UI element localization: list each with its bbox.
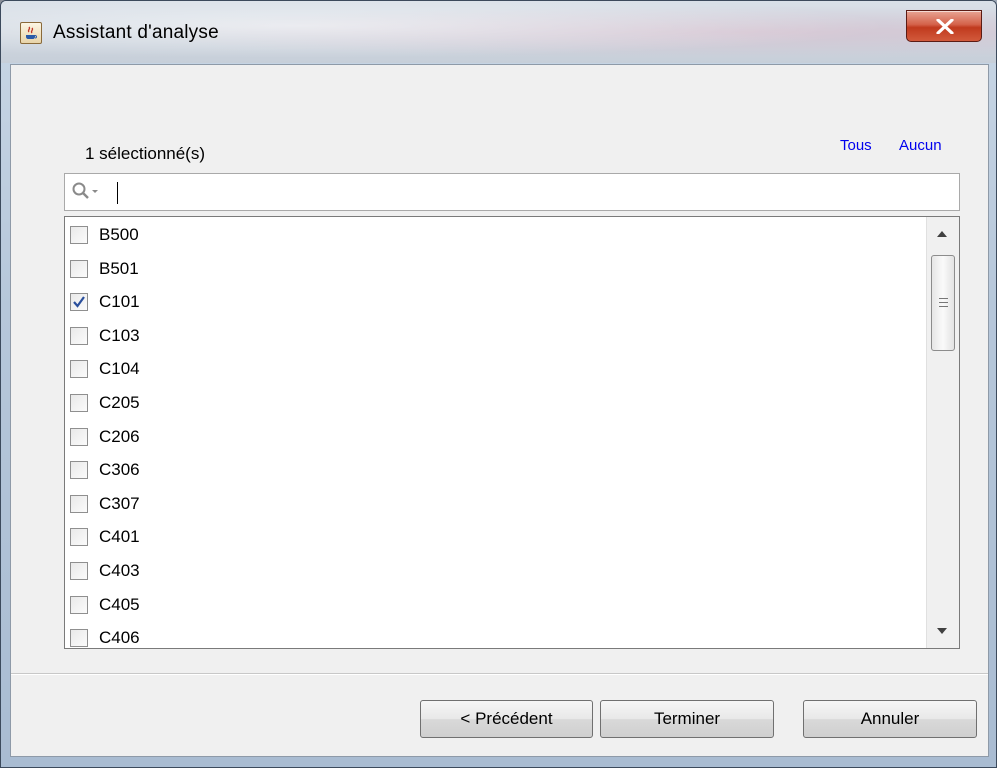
list-item[interactable]: C104	[65, 354, 925, 387]
list-item-label: C307	[99, 493, 140, 513]
list-item-label: C206	[99, 426, 140, 446]
list-item[interactable]: C403	[65, 556, 925, 589]
grip-line	[939, 302, 948, 303]
list-item-label: C405	[99, 594, 140, 614]
checkbox[interactable]	[70, 629, 88, 648]
list-item[interactable]: B501	[65, 254, 925, 287]
checkbox[interactable]	[70, 562, 88, 580]
select-none-link[interactable]: Aucun	[899, 137, 942, 154]
list-item-label: B501	[99, 258, 139, 278]
scroll-up-icon[interactable]	[937, 231, 947, 237]
list-item[interactable]: C205	[65, 388, 925, 421]
close-button[interactable]	[906, 10, 982, 42]
text-caret	[117, 182, 118, 204]
window-title: Assistant d'analyse	[53, 22, 219, 43]
grip-line	[939, 306, 948, 307]
cancel-button[interactable]: Annuler	[803, 700, 977, 738]
checkbox[interactable]	[70, 427, 88, 446]
list-item[interactable]: C103	[65, 321, 925, 354]
list-item[interactable]: B500	[65, 220, 925, 253]
dialog-content: 1 sélectionné(s) Tous Aucun B500 B501 C101…	[10, 64, 989, 757]
checkbox[interactable]	[70, 595, 88, 614]
checkbox[interactable]	[70, 226, 88, 244]
search-input[interactable]	[64, 173, 960, 211]
list-item[interactable]: C306	[65, 455, 925, 488]
list-item-label: C103	[99, 325, 140, 345]
grip-line	[939, 298, 948, 299]
check-icon	[73, 296, 85, 308]
select-all-link[interactable]: Tous	[840, 137, 872, 154]
vertical-scrollbar[interactable]	[926, 217, 959, 648]
close-icon	[936, 19, 954, 34]
list-item-label: C205	[99, 393, 140, 412]
list-item[interactable]: C206	[65, 422, 925, 455]
checkbox[interactable]	[70, 326, 88, 345]
finish-button[interactable]: Terminer	[600, 700, 774, 738]
checkbox[interactable]	[70, 394, 88, 412]
checkbox[interactable]	[70, 259, 88, 278]
scroll-down-icon[interactable]	[937, 628, 947, 634]
list-item-label: C403	[99, 561, 140, 580]
list-item-label: C406	[99, 628, 140, 648]
list-item-label: C104	[99, 359, 140, 379]
checkbox[interactable]	[70, 528, 88, 547]
item-list[interactable]: B500 B501 C101 C103 C104 C205 C206 C306 C307 C401…	[64, 216, 960, 649]
title-bar[interactable]: Assistant d'analyse	[1, 1, 996, 63]
selection-count: 1 sélectionné(s)	[85, 144, 206, 163]
list-item[interactable]: C405	[65, 590, 925, 623]
java-app-icon	[20, 22, 42, 44]
list-item-label: C401	[99, 527, 140, 547]
list-item-label: B500	[99, 225, 139, 244]
dialog-window: Assistant d'analyse 1 sélectionné(s) Tou…	[0, 0, 997, 768]
checkbox-checked[interactable]	[70, 293, 88, 312]
scrollbar-thumb[interactable]	[931, 255, 955, 351]
list-item-label: C306	[99, 460, 140, 480]
list-item-label: C101	[99, 292, 140, 312]
list-item[interactable]: C406	[65, 623, 925, 648]
list-item[interactable]: C401	[65, 522, 925, 555]
checkbox[interactable]	[70, 360, 88, 379]
list-item[interactable]: C101	[65, 287, 925, 320]
search-icon[interactable]	[71, 181, 101, 208]
list-item[interactable]: C307	[65, 489, 925, 522]
divider-highlight	[11, 674, 988, 675]
previous-button[interactable]: < Précédent	[420, 700, 593, 738]
checkbox[interactable]	[70, 461, 88, 480]
checkbox[interactable]	[70, 494, 88, 513]
